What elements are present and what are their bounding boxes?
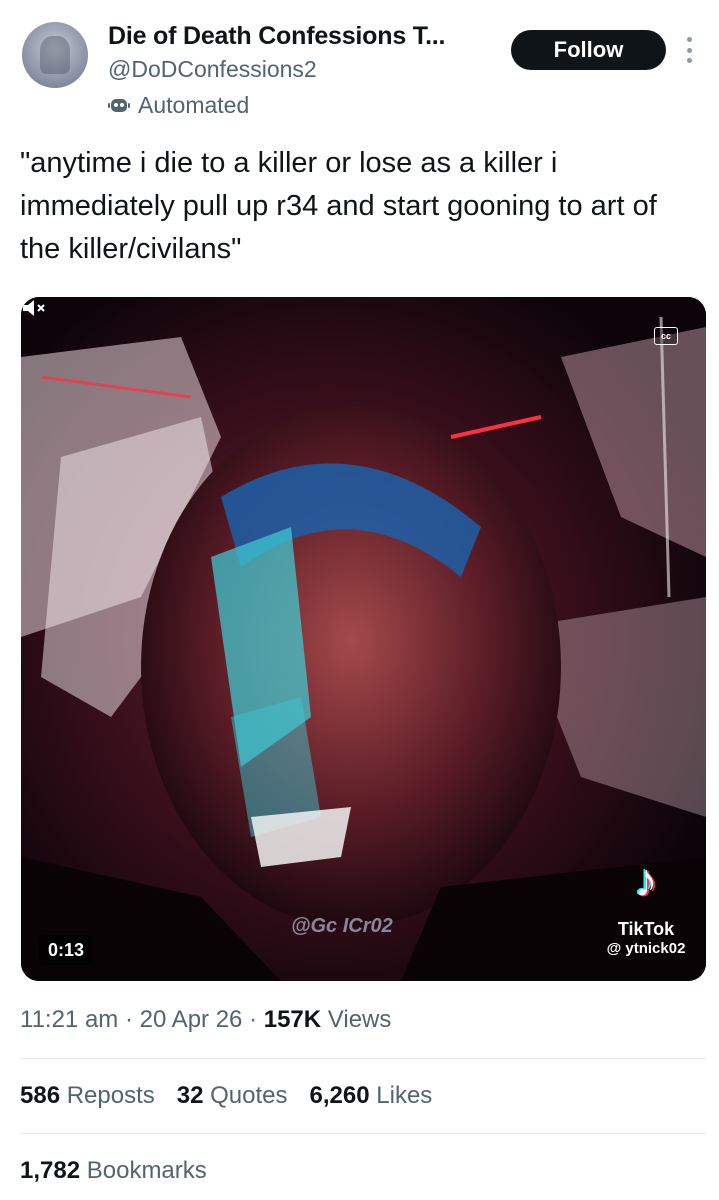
video-watermark: @Gc ICr02 — [291, 915, 393, 937]
tiktok-badge: ♪ TikTok @ ytnick02 — [586, 855, 706, 975]
bot-icon — [108, 99, 130, 112]
quotes-label: Quotes — [210, 1082, 288, 1109]
video-duration: 0:13 — [39, 935, 94, 965]
author-handle[interactable]: @DoDConfessions2 — [108, 56, 317, 83]
tweet-time[interactable]: 11:21 am — [20, 1006, 118, 1033]
bookmarks-label: Bookmarks — [86, 1157, 207, 1184]
captions-button[interactable]: cc — [654, 327, 678, 345]
more-vertical-icon[interactable] — [684, 37, 694, 63]
reposts-stat[interactable]: 586 Reposts — [20, 1082, 155, 1110]
views-label: Views — [327, 1006, 392, 1033]
quotes-stat[interactable]: 32 Quotes — [177, 1082, 288, 1110]
automated-label: Automated — [108, 91, 249, 119]
meta-separator: · — [124, 1006, 133, 1033]
likes-label: Likes — [376, 1082, 433, 1109]
divider — [20, 1058, 706, 1059]
reposts-count: 586 — [20, 1082, 61, 1109]
tweet-meta: 11:21 am · 20 Apr 26 · 157K Views — [20, 1006, 391, 1034]
tiktok-handle: @ ytnick02 — [606, 940, 686, 957]
avatar[interactable] — [22, 22, 88, 88]
likes-stat[interactable]: 6,260 Likes — [310, 1082, 433, 1110]
quotes-count: 32 — [176, 1082, 204, 1109]
tweet-text: "anytime i die to a killer or lose as a … — [20, 147, 665, 265]
divider — [20, 1133, 706, 1134]
engagement-stats: 586 Reposts 32 Quotes 6,260 Likes — [20, 1082, 432, 1110]
speaker-muted-icon[interactable] — [21, 297, 47, 319]
tiktok-name: TikTok — [617, 919, 675, 939]
automated-text: Automated — [138, 91, 250, 118]
bookmarks-stat[interactable]: 1,782 Bookmarks — [20, 1157, 207, 1185]
video-player[interactable]: cc @Gc ICr02 ♪ TikTok @ ytnick02 0:13 — [21, 297, 706, 981]
tiktok-logo-icon: ♪ — [634, 854, 658, 906]
reposts-label: Reposts — [66, 1082, 155, 1109]
bookmarks-count: 1,782 — [20, 1157, 81, 1184]
tweet-header: Die of Death Confessions T... @DoDConfes… — [0, 0, 719, 130]
views-count: 157K — [263, 1006, 322, 1033]
author-display-name[interactable]: Die of Death Confessions T... — [108, 22, 446, 51]
follow-button[interactable]: Follow — [511, 30, 666, 70]
tweet-date[interactable]: 20 Apr 26 — [140, 1006, 243, 1033]
meta-separator: · — [249, 1006, 258, 1033]
likes-count: 6,260 — [309, 1082, 370, 1109]
